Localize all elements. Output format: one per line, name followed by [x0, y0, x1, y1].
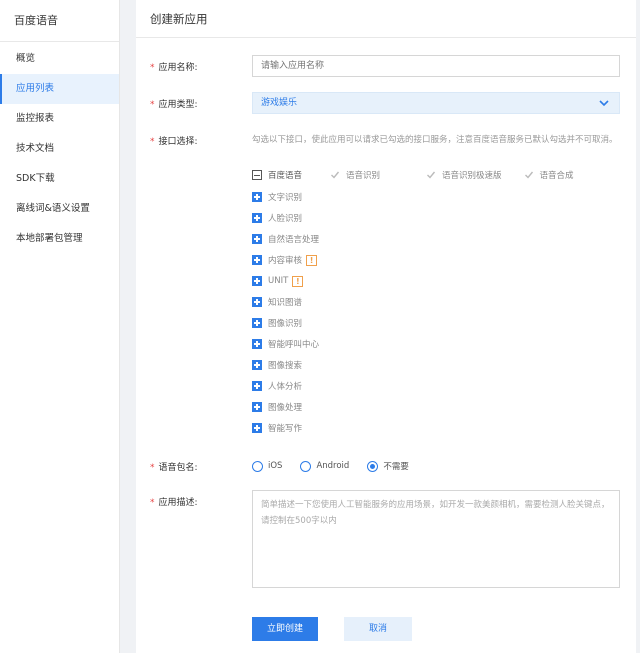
sidebar-item-app-list[interactable]: 应用列表 [0, 74, 119, 104]
radio-ios[interactable]: iOS [252, 460, 282, 472]
sub-check-asr-fast: 语音识别极速版 [426, 169, 502, 181]
expand-icon[interactable] [252, 423, 262, 433]
expand-icon[interactable] [252, 234, 262, 244]
api-group-content-audit[interactable]: 内容审核! [252, 253, 318, 267]
radio-circle[interactable] [300, 460, 312, 472]
sidebar-item-sdk-download[interactable]: SDK下载 [0, 164, 119, 194]
check-icon [330, 170, 340, 180]
expand-icon[interactable] [252, 192, 262, 202]
api-group-image-recognition[interactable]: 图像识别 [252, 316, 302, 330]
sidebar-item-local-deploy[interactable]: 本地部署包管理 [0, 224, 119, 254]
sidebar-item-offline-words[interactable]: 离线词&语义设置 [0, 194, 119, 224]
required-mark: * [150, 63, 155, 73]
app-type-select[interactable]: 游戏娱乐 [252, 92, 620, 114]
package-radio-group: iOS Android 不需要 [252, 459, 427, 473]
sidebar-item-overview[interactable]: 概览 [0, 44, 119, 74]
package-label: * 语音包名: [150, 463, 198, 473]
description-textarea[interactable]: 简单描述一下您使用人工智能服务的应用场景，如开发一款美颜相机，需要检测人脸关键点… [252, 490, 620, 588]
warning-icon: ! [292, 275, 304, 287]
check-icon [524, 170, 534, 180]
description-label: * 应用描述: [150, 498, 198, 508]
api-group-image-search[interactable]: 图像搜索 [252, 358, 302, 372]
api-group-knowledge-graph[interactable]: 知识图谱 [252, 295, 302, 309]
expand-icon[interactable] [252, 255, 262, 265]
warning-icon: ! [306, 254, 318, 266]
page-title: 创建新应用 [136, 0, 636, 38]
expand-icon[interactable] [252, 297, 262, 307]
api-group-smart-writing[interactable]: 智能写作 [252, 421, 302, 435]
expand-icon[interactable] [252, 360, 262, 370]
app-type-value: 游戏娱乐 [261, 98, 298, 108]
expand-icon[interactable] [252, 402, 262, 412]
check-icon [426, 170, 436, 180]
chevron-down-icon [597, 95, 611, 111]
api-group-ocr[interactable]: 文字识别 [252, 190, 302, 204]
sidebar-item-monitor-report[interactable]: 监控报表 [0, 104, 119, 134]
right-edge [636, 0, 640, 653]
required-mark: * [150, 463, 155, 473]
collapse-icon[interactable] [252, 170, 262, 180]
app-name-input[interactable] [252, 55, 620, 77]
app-name-label: * 应用名称: [150, 63, 198, 73]
expand-icon[interactable] [252, 339, 262, 349]
expand-icon[interactable] [252, 381, 262, 391]
sidebar-item-tech-docs[interactable]: 技术文档 [0, 134, 119, 164]
radio-circle-selected[interactable] [367, 460, 379, 472]
radio-android[interactable]: Android [300, 460, 349, 472]
api-group-label: 百度语音 [268, 171, 303, 181]
api-select-label: * 接口选择: [150, 137, 198, 147]
sub-check-tts: 语音合成 [524, 169, 574, 181]
gutter [120, 0, 136, 653]
radio-not-needed[interactable]: 不需要 [367, 460, 409, 472]
radio-circle[interactable] [252, 460, 263, 472]
api-group-nlp[interactable]: 自然语言处理 [252, 232, 319, 246]
api-group-image-processing[interactable]: 图像处理 [252, 400, 302, 414]
api-group-unit[interactable]: UNIT! [252, 274, 304, 288]
expand-icon[interactable] [252, 213, 262, 223]
create-button[interactable]: 立即创建 [252, 617, 318, 641]
sidebar-title: 百度语音 [0, 0, 119, 42]
sub-check-asr: 语音识别 [330, 169, 380, 181]
required-mark: * [150, 498, 155, 508]
cancel-button[interactable]: 取消 [344, 617, 412, 641]
required-mark: * [150, 137, 155, 147]
required-mark: * [150, 100, 155, 110]
main-panel: 创建新应用 *应用名称: *应用类型: 游戏娱乐 *接口选择: 勾选以下接口，使… [136, 0, 636, 653]
api-group-face[interactable]: 人脸识别 [252, 211, 302, 225]
api-group-baidu-voice: 百度语音 语音识别 语音识别极速版 语音合成 [252, 168, 574, 182]
sidebar: 百度语音 概览 应用列表 监控报表 技术文档 SDK下载 离线词&语义设置 本地… [0, 0, 120, 653]
expand-icon[interactable] [252, 318, 262, 328]
app-type-label: * 应用类型: [150, 100, 198, 110]
api-group-call-center[interactable]: 智能呼叫中心 [252, 337, 319, 351]
api-group-body-analysis[interactable]: 人体分析 [252, 379, 302, 393]
api-select-hint: 勾选以下接口，使此应用可以请求已勾选的接口服务，注意百度语音服务已默认勾选并不可… [252, 135, 618, 145]
expand-icon[interactable] [252, 276, 262, 286]
